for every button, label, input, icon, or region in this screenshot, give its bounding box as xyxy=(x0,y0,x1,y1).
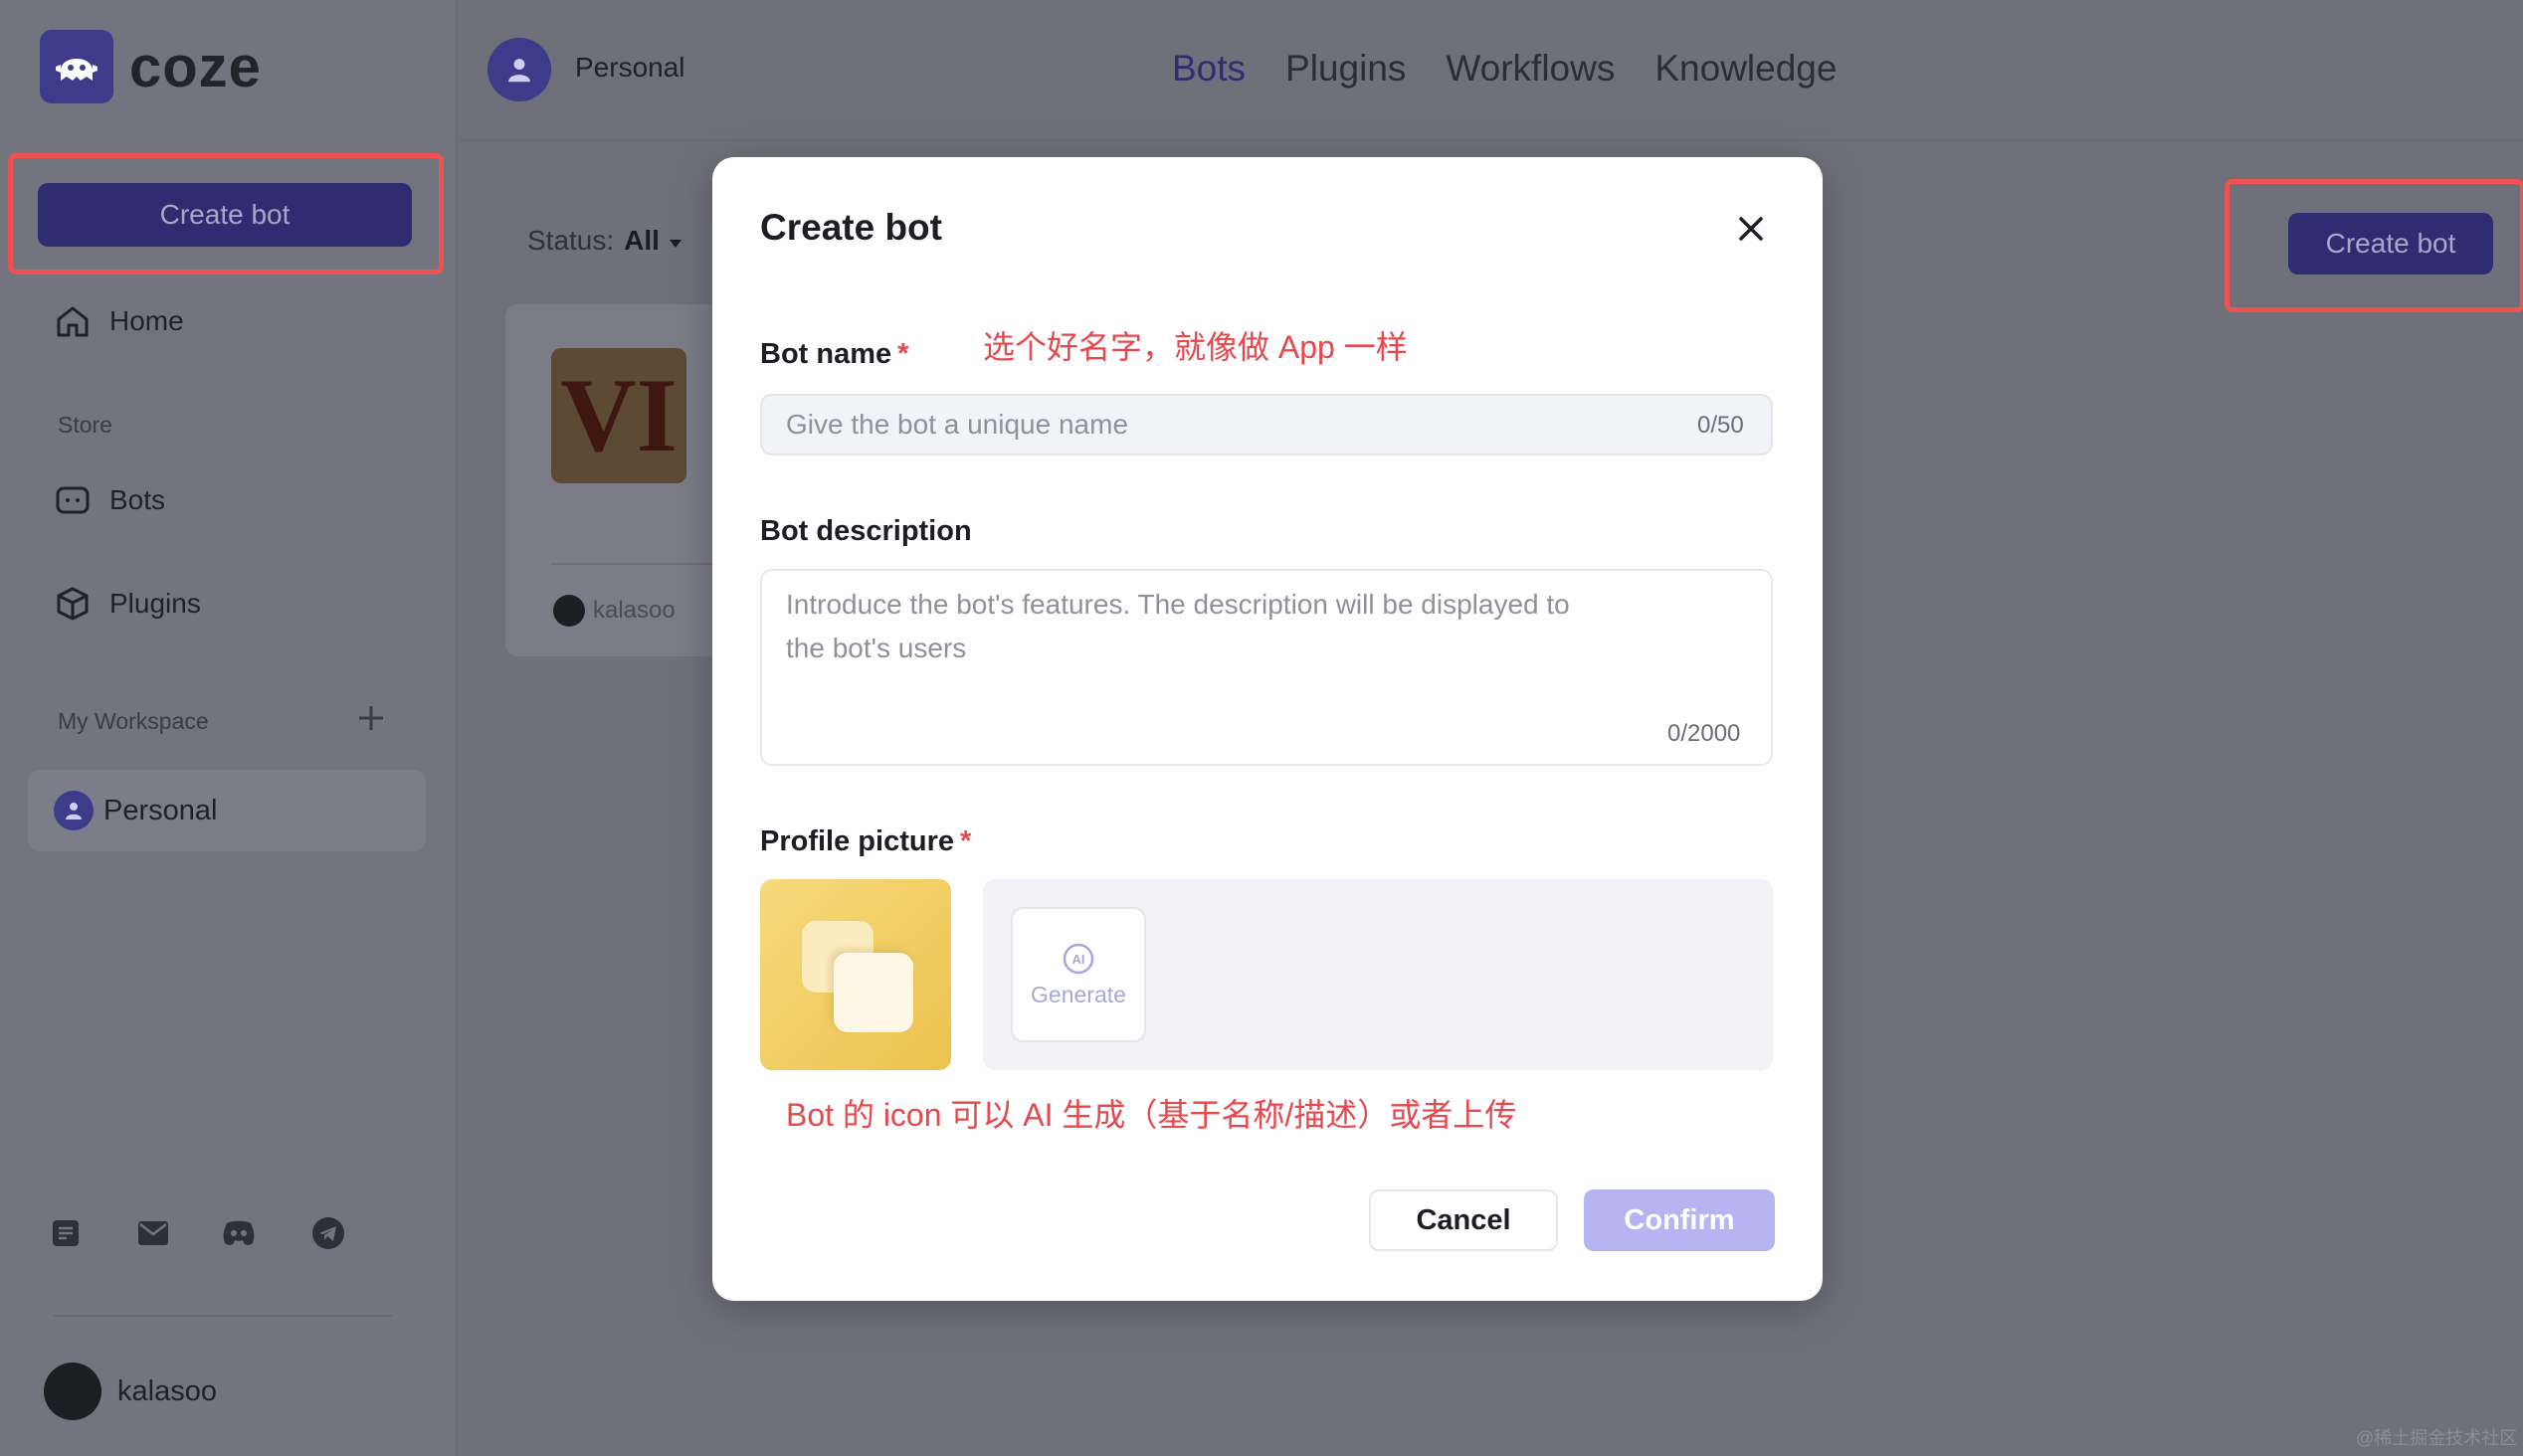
close-icon xyxy=(1739,217,1763,241)
sidebar-divider xyxy=(54,1315,392,1317)
sidebar-item-plugins[interactable]: Plugins xyxy=(54,585,201,623)
sidebar-highlight-box xyxy=(8,153,444,274)
status-filter[interactable]: Status: All xyxy=(527,225,683,257)
logo[interactable]: coze xyxy=(40,30,262,103)
top-header: Personal Bots Plugins Workflows Knowledg… xyxy=(458,0,2523,141)
description-counter: 0/2000 xyxy=(1667,720,1741,747)
brand-name: coze xyxy=(129,34,262,99)
workspace-section-label: My Workspace xyxy=(58,708,209,734)
workspace-avatar-icon[interactable] xyxy=(487,38,551,101)
user-name: kalasoo xyxy=(117,1374,217,1407)
bot-card-image: VI xyxy=(551,348,686,483)
bot-name-input[interactable] xyxy=(760,394,1773,455)
mail-icon[interactable] xyxy=(135,1215,171,1251)
ai-icon: AI xyxy=(1063,943,1094,974)
cube-icon xyxy=(54,585,92,623)
sidebar-item-label: Bots xyxy=(109,484,166,515)
sidebar-item-label: Home xyxy=(109,305,184,336)
tab-knowledge[interactable]: Knowledge xyxy=(1654,48,1837,90)
tab-bar: Bots Plugins Workflows Knowledge xyxy=(1172,48,1837,90)
close-button[interactable] xyxy=(1731,209,1771,249)
telegram-icon[interactable] xyxy=(310,1215,346,1251)
avatar xyxy=(44,1363,101,1420)
icon-annotation: Bot 的 icon 可以 AI 生成（基于名称/描述）或者上传 xyxy=(786,1097,1517,1133)
user-avatar-icon xyxy=(54,791,94,830)
sidebar-item-home[interactable]: Home xyxy=(54,302,184,340)
tab-bots[interactable]: Bots xyxy=(1172,48,1246,90)
profile-placeholder-shape xyxy=(834,953,913,1032)
bot-name-label-text: Bot name xyxy=(760,338,892,370)
name-annotation: 选个好名字，就像做 App 一样 xyxy=(983,329,1408,365)
bot-description-input[interactable] xyxy=(760,569,1773,766)
bot-card-image-text: VI xyxy=(560,357,678,473)
tab-workflows[interactable]: Workflows xyxy=(1446,48,1615,90)
user-profile[interactable]: kalasoo xyxy=(44,1363,217,1420)
status-value: All xyxy=(624,225,660,256)
avatar xyxy=(553,595,585,627)
sidebar-item-personal[interactable]: Personal xyxy=(28,770,426,851)
home-icon xyxy=(54,302,92,340)
generate-button[interactable]: AI Generate xyxy=(1011,907,1146,1042)
name-counter: 0/50 xyxy=(1697,412,1744,439)
store-section-label: Store xyxy=(58,412,112,438)
tab-plugins[interactable]: Plugins xyxy=(1285,48,1406,90)
generate-label: Generate xyxy=(1031,981,1126,1007)
discord-icon[interactable] xyxy=(221,1215,257,1251)
bot-icon xyxy=(54,481,92,519)
doc-icon[interactable] xyxy=(48,1215,84,1251)
caret-down-icon xyxy=(669,240,681,248)
sidebar-item-label: Plugins xyxy=(109,588,201,619)
bot-description-label: Bot description xyxy=(760,515,972,547)
card-author-name: kalasoo xyxy=(593,597,676,624)
required-mark: * xyxy=(960,825,972,857)
create-bot-dialog: Create bot Bot name* 选个好名字，就像做 App 一样 0/… xyxy=(712,157,1823,1301)
card-author: kalasoo xyxy=(553,595,676,627)
workspace-name: Personal xyxy=(575,52,685,83)
watermark: @稀土掘金技术社区 xyxy=(2356,1428,2518,1448)
status-label: Status: xyxy=(527,225,615,256)
profile-picture-label: Profile picture * xyxy=(760,825,971,858)
sidebar-item-bots[interactable]: Bots xyxy=(54,481,165,519)
svg-text:AI: AI xyxy=(1072,952,1085,967)
dialog-title: Create bot xyxy=(760,207,942,248)
required-mark: * xyxy=(897,338,909,370)
generate-area: AI Generate xyxy=(983,879,1773,1070)
main-highlight-box xyxy=(2225,179,2523,312)
sidebar: coze Create bot Home Store Bots Plugins … xyxy=(0,0,458,1456)
profile-picture-label-text: Profile picture xyxy=(760,825,954,857)
profile-picture-upload[interactable] xyxy=(760,879,951,1070)
plus-icon xyxy=(359,706,383,730)
cancel-button[interactable]: Cancel xyxy=(1369,1189,1558,1251)
confirm-button[interactable]: Confirm xyxy=(1584,1189,1775,1251)
add-workspace-button[interactable] xyxy=(356,700,386,740)
sidebar-item-label: Personal xyxy=(103,794,218,826)
coze-logo-icon xyxy=(40,30,113,103)
bot-name-label: Bot name * xyxy=(760,338,908,371)
